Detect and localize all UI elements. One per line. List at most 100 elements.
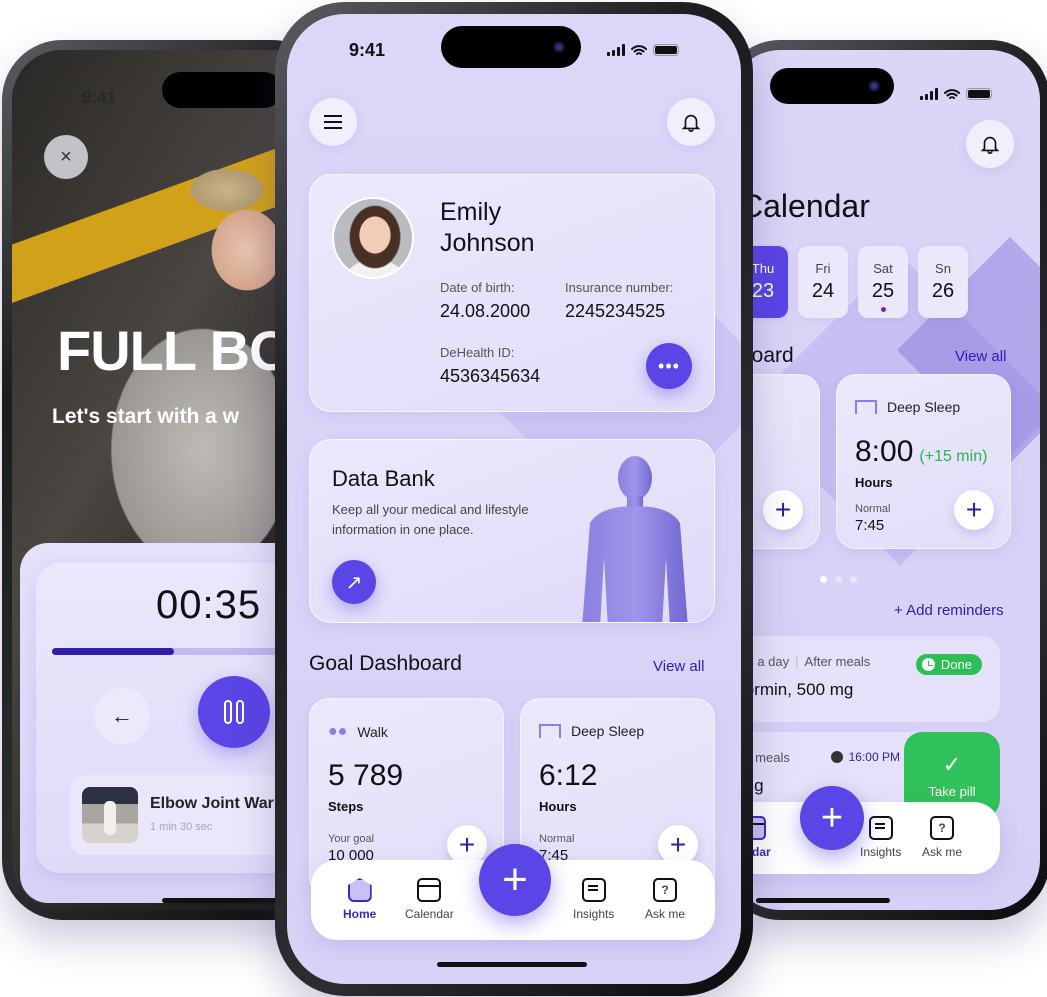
dynamic-island: [441, 26, 581, 68]
calendar-icon: [417, 878, 442, 902]
goal-dashboard-title: Goal Dashboard: [309, 652, 462, 675]
arrow-up-right-icon: ↗: [345, 571, 363, 594]
notifications-button[interactable]: [966, 120, 1014, 168]
user-name: Emily Johnson: [440, 197, 535, 260]
open-data-bank-button[interactable]: ↗: [332, 560, 376, 604]
view-all-link[interactable]: View all: [653, 658, 704, 675]
nav-label: Home: [343, 907, 377, 921]
add-button[interactable]: +: [447, 825, 487, 865]
normal-label: Normal: [855, 503, 891, 515]
workout-subtitle: Let's start with a w: [52, 405, 240, 428]
add-button[interactable]: +: [954, 490, 994, 530]
pager-dot[interactable]: [850, 576, 857, 583]
timer-value: 00:35: [156, 583, 262, 627]
take-pill-label: Take pill: [928, 783, 976, 799]
add-fab[interactable]: +: [479, 844, 551, 916]
arrow-left-icon: ←: [111, 703, 133, 728]
bottom-nav: endar Insights ? Ask me: [730, 802, 1000, 874]
signal-icon: [607, 44, 625, 56]
add-button[interactable]: +: [658, 825, 698, 865]
day-sn[interactable]: Sn 26: [918, 246, 968, 318]
sleep-delta: (+15 min): [919, 448, 988, 465]
dob-value: 24.08.2000: [440, 301, 531, 321]
week-strip: Wed 22Thu 23Fri 24Sat 25Sn 26: [730, 246, 968, 318]
battery-icon: [653, 44, 679, 56]
add-fab[interactable]: +: [800, 786, 864, 850]
more-icon: •••: [658, 355, 680, 376]
dehealth-id-value: 4536345634: [440, 366, 541, 386]
divider: |: [795, 654, 799, 669]
signal-icon: [920, 88, 938, 100]
bed-icon: [855, 400, 877, 414]
sleep-value: 6:12: [539, 759, 598, 792]
status-time: 9:41: [82, 88, 117, 107]
first-name: Emily: [440, 198, 502, 226]
add-button[interactable]: +: [763, 490, 803, 530]
dynamic-island: [770, 68, 894, 104]
last-name: Johnson: [440, 229, 535, 258]
dehealth-id-label: DeHealth ID:: [440, 345, 515, 360]
medication-card[interactable]: es a day | After meals formin, 500 mg Done: [730, 636, 1000, 722]
nav-insights[interactable]: Insights: [860, 816, 901, 859]
more-button[interactable]: •••: [646, 343, 692, 389]
data-bank-card[interactable]: Data Bank Keep all your medical and life…: [309, 439, 715, 623]
menu-icon: [324, 115, 342, 129]
card-label: Deep Sleep: [887, 399, 961, 415]
home-indicator: [756, 898, 890, 903]
normal-label: Normal: [539, 833, 575, 845]
normal-value: 7:45: [855, 517, 885, 534]
avatar: [332, 197, 414, 279]
previous-button[interactable]: ←: [94, 688, 150, 744]
card-label: Walk: [357, 724, 388, 740]
day-date: 24: [811, 280, 835, 302]
nav-calendar[interactable]: Calendar: [405, 878, 454, 921]
nav-insights[interactable]: Insights: [573, 878, 614, 921]
question-icon: ?: [930, 816, 954, 840]
card-label: Deep Sleep: [571, 723, 645, 739]
add-reminders-link[interactable]: + Add reminders: [894, 602, 1004, 619]
page-title: Calendar: [740, 188, 870, 224]
workout-title: FULL BO: [57, 319, 293, 382]
exercise-title: Elbow Joint Warm: [150, 795, 289, 812]
wifi-icon: [631, 44, 647, 56]
pause-button[interactable]: [198, 676, 270, 748]
pause-icon-bar: [236, 700, 244, 724]
footprints-icon: ●●: [328, 723, 348, 740]
sleep-goal-card[interactable]: Deep Sleep 8:00 (+15 min) Hours Normal 7:…: [836, 374, 1011, 549]
day-name: Sat: [873, 261, 893, 276]
insurance-value: 2245234525: [565, 301, 666, 321]
close-button[interactable]: ×: [44, 135, 88, 179]
med-name: formin, 500 mg: [740, 680, 854, 699]
human-body-illustration: [582, 456, 688, 622]
insights-icon: [581, 878, 606, 902]
med-time: 16:00 PM: [848, 750, 900, 764]
pager-dot[interactable]: [820, 576, 827, 583]
nav-label: Calendar: [405, 907, 454, 921]
status-icons: [920, 88, 992, 100]
day-date: 23: [751, 280, 775, 302]
bed-icon: [539, 724, 561, 738]
pager-dot[interactable]: [835, 576, 842, 583]
middle-phone: 9:41 Emily Johnson Date of birth: 24.08.2…: [275, 2, 753, 996]
nav-home[interactable]: Home: [343, 878, 376, 921]
day-fri[interactable]: Fri 24: [798, 246, 848, 318]
home-indicator: [437, 962, 587, 967]
day-sat[interactable]: Sat 25: [858, 246, 908, 318]
menu-button[interactable]: [309, 98, 357, 146]
dynamic-island: [162, 72, 282, 108]
nav-ask-me[interactable]: ? Ask me: [922, 816, 962, 859]
exercise-duration: 1 min 30 sec: [150, 821, 213, 833]
notifications-button[interactable]: [667, 98, 715, 146]
clock-icon: [921, 658, 935, 671]
day-date: 25: [871, 280, 895, 302]
view-all-link[interactable]: View all: [955, 348, 1006, 365]
steps-unit: Steps: [328, 799, 364, 814]
sleep-unit: Hours: [539, 799, 577, 814]
exercise-thumbnail: [82, 787, 138, 843]
data-bank-title: Data Bank: [332, 466, 435, 491]
nav-ask-me[interactable]: ? Ask me: [645, 878, 685, 921]
status-time: 9:41: [349, 40, 386, 60]
carousel-pager[interactable]: [820, 576, 857, 583]
data-bank-description: Keep all your medical and lifestyle info…: [332, 502, 529, 537]
nav-label: Ask me: [645, 907, 686, 921]
